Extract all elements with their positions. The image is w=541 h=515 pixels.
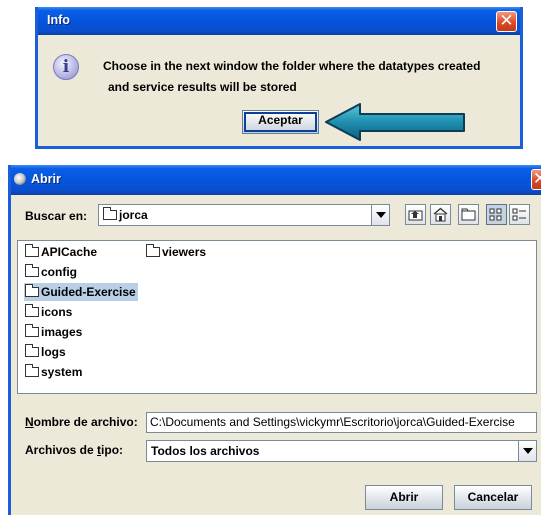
list-item[interactable]: images (24, 323, 84, 341)
arrow-pointer (325, 103, 465, 141)
open-titlebar[interactable]: Abrir ✕ (11, 165, 541, 195)
details-view-icon (512, 208, 526, 221)
info-icon: i (53, 54, 79, 80)
list-view-button[interactable] (486, 204, 507, 225)
look-in-value: jorca (103, 207, 148, 222)
new-folder-button[interactable] (458, 204, 479, 225)
chevron-down-icon[interactable] (371, 205, 389, 225)
filetype-label-suffix: ipo: (101, 443, 124, 457)
app-icon (14, 173, 26, 185)
info-title: Info (47, 13, 70, 27)
filetype-label-prefix: Archivos de (25, 443, 98, 457)
home-button[interactable] (430, 204, 451, 225)
list-view-icon (489, 208, 502, 221)
folder-icon (25, 344, 39, 357)
list-item[interactable]: viewers (145, 243, 208, 261)
info-titlebar[interactable]: Info ✕ (38, 7, 520, 35)
details-view-button[interactable] (509, 204, 530, 225)
close-icon[interactable]: ✕ (531, 169, 541, 190)
list-item[interactable]: APICache (24, 243, 99, 261)
info-message: Choose in the next window the folder whe… (103, 56, 523, 98)
list-item-selected[interactable]: Guided-Exercise (24, 283, 138, 301)
info-message-line-1: Choose in the next window the folder whe… (103, 59, 481, 73)
up-folder-icon (408, 210, 423, 221)
abrir-button[interactable]: Abrir (365, 485, 443, 510)
list-item-label: config (41, 265, 77, 279)
folder-icon (25, 304, 39, 317)
info-message-line-2: and service results will be stored (108, 80, 297, 94)
look-in-label: Buscar en: (25, 209, 88, 223)
look-in-value-text: jorca (119, 208, 148, 222)
list-item-label: images (41, 325, 83, 339)
list-item[interactable]: config (24, 263, 79, 281)
new-folder-icon (461, 208, 476, 221)
list-item-label: Guided-Exercise (41, 285, 136, 299)
file-list[interactable]: APICache config Guided-Exercise icons im… (17, 240, 537, 394)
list-item[interactable]: icons (24, 303, 74, 321)
list-item-label: system (41, 365, 83, 379)
filename-label-mnemonic: N (25, 415, 34, 429)
folder-icon (25, 264, 39, 277)
list-item-label: viewers (162, 245, 207, 259)
filename-input[interactable]: C:\Documents and Settings\vickymr\Escrit… (146, 412, 537, 433)
filetype-label: Archivos de tipo: (25, 443, 123, 457)
folder-icon (25, 284, 39, 297)
look-in-combo[interactable]: jorca (98, 204, 390, 226)
filetype-value: Todos los archivos (151, 444, 260, 458)
folder-icon (25, 244, 39, 257)
home-icon (433, 207, 448, 222)
list-item[interactable]: system (24, 363, 84, 381)
info-dialog: Info ✕ i Choose in the next window the f… (35, 7, 523, 149)
list-item[interactable]: logs (24, 343, 68, 361)
filename-label: Nombre de archivo: (25, 415, 138, 429)
folder-icon (146, 244, 160, 257)
list-item-label: APICache (41, 245, 98, 259)
filetype-combo[interactable]: Todos los archivos (146, 440, 537, 462)
chevron-down-icon[interactable] (518, 441, 536, 461)
folder-icon (25, 364, 39, 377)
close-icon[interactable]: ✕ (496, 11, 517, 32)
up-folder-button[interactable] (405, 204, 426, 225)
filename-label-rest: ombre de archivo: (33, 415, 138, 429)
folder-icon (25, 324, 39, 337)
aceptar-button[interactable]: Aceptar (242, 110, 319, 134)
cancelar-button[interactable]: Cancelar (454, 485, 532, 510)
list-item-label: logs (41, 345, 66, 359)
list-item-label: icons (41, 305, 73, 319)
open-title: Abrir (31, 172, 61, 186)
folder-icon (103, 207, 117, 220)
